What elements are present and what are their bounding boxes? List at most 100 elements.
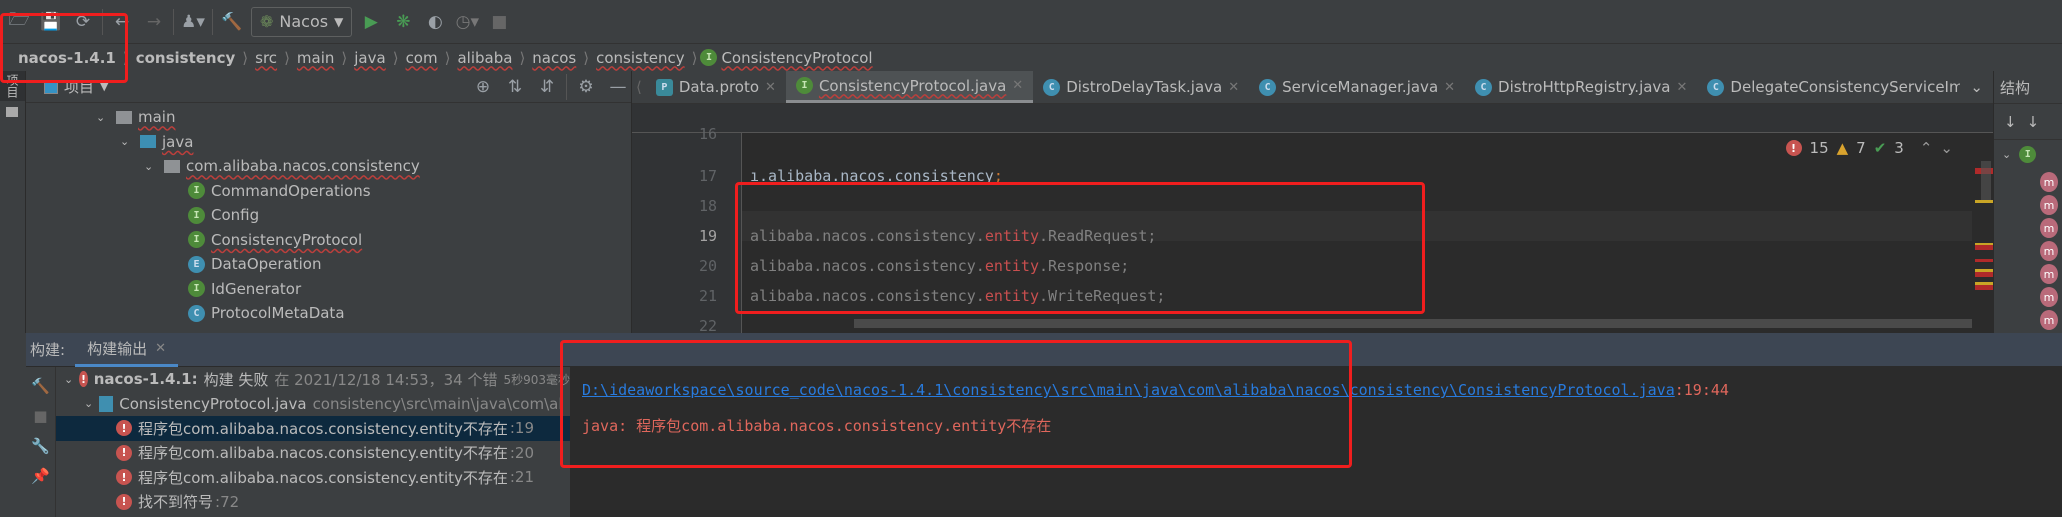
project-tree-item-label: CommandOperations	[211, 181, 371, 200]
tab-data-proto[interactable]: P Data.proto ✕	[646, 71, 786, 103]
build-error-item[interactable]: ! 程序包com.alibaba.nacos.consistency.entity…	[56, 465, 570, 490]
breadcrumb-item[interactable]: java	[350, 49, 389, 67]
structure-toolbar: ↓ ↓	[1994, 104, 2062, 140]
build-hammer-icon[interactable]: 🔨	[31, 377, 50, 395]
method-icon[interactable]: m	[2040, 264, 2058, 284]
proto-file-icon: P	[655, 78, 673, 96]
warning-marker[interactable]	[1975, 200, 1993, 203]
close-tab-icon[interactable]: ✕	[1228, 80, 1239, 95]
line-number: 20	[698, 257, 717, 275]
left-tool-strip: 项目	[0, 71, 26, 333]
error-stripe[interactable]	[1975, 133, 1993, 333]
horizontal-scrollbar[interactable]	[854, 319, 1972, 328]
close-tab-icon[interactable]: ✕	[1444, 80, 1455, 95]
build-tree: ⌄ ! nacos-1.4.1: 构建 失败 在 2021/12/18 14:5…	[56, 367, 570, 517]
error-marker[interactable]	[1975, 282, 1993, 290]
forward-icon[interactable]: →	[141, 9, 167, 35]
tab-consistencyprotocol-java[interactable]: I ConsistencyProtocol.java ✕	[785, 71, 1034, 103]
breadcrumb-separator: ⟩	[691, 48, 698, 67]
editor-top-bar	[632, 104, 1993, 133]
tab-build-output[interactable]: 构建输出 ✕	[75, 333, 178, 367]
breadcrumb-item[interactable]: nacos	[528, 49, 580, 67]
sort-by-visibility-icon[interactable]: ↓	[2004, 113, 2017, 131]
build-file-node[interactable]: ⌄ ConsistencyProtocol.java consistency\s…	[56, 392, 570, 417]
project-tree-item-label: ProtocolMetaData	[211, 304, 345, 323]
project-tree-item[interactable]: ⌄ java	[26, 130, 631, 155]
project-tree-item[interactable]: ⌄ main	[26, 105, 631, 130]
build-root-node[interactable]: ⌄ ! nacos-1.4.1: 构建 失败 在 2021/12/18 14:5…	[56, 367, 570, 392]
project-tree-item[interactable]: C ProtocolMetaData	[26, 301, 631, 326]
stop-icon[interactable]: ■	[33, 407, 47, 425]
error-marker[interactable]	[1975, 259, 1993, 262]
structure-title[interactable]: 结构	[1994, 71, 2062, 104]
scroll-thumb[interactable]	[1981, 161, 1991, 201]
user-icon[interactable]: ♟▾	[180, 9, 206, 35]
breadcrumb-file[interactable]: ConsistencyProtocol	[717, 49, 876, 67]
method-icon[interactable]: m	[2040, 241, 2058, 261]
error-marker[interactable]	[1975, 269, 1993, 277]
build-error-item[interactable]: ! 程序包com.alibaba.nacos.consistency.entity…	[56, 416, 570, 441]
tabs-scroll-left-icon[interactable]: ⟨	[632, 71, 646, 103]
project-tree-item[interactable]: E DataOperation	[26, 252, 631, 277]
breadcrumb-item[interactable]: main	[293, 49, 338, 67]
console-position: :19:44	[1674, 381, 1729, 399]
minimize-icon[interactable]: —	[605, 74, 631, 100]
stop-icon[interactable]: ■	[486, 9, 512, 35]
sort-alphabetically-icon[interactable]: ↓	[2027, 113, 2040, 131]
error-marker[interactable]	[1975, 243, 1993, 250]
breadcrumb-item[interactable]: consistency	[592, 49, 688, 67]
method-icon[interactable]: m	[2040, 218, 2058, 238]
method-icon[interactable]: m	[2040, 172, 2058, 192]
breadcrumb-separator: ⟩	[392, 48, 399, 67]
build-error-item[interactable]: ! 程序包com.alibaba.nacos.consistency.entity…	[56, 441, 570, 466]
breadcrumb-item[interactable]: src	[251, 49, 281, 67]
build-hammer-icon[interactable]: 🔨	[219, 9, 245, 35]
gear-icon[interactable]: ⚙	[573, 74, 599, 100]
breadcrumb-item[interactable]: consistency	[132, 49, 240, 67]
method-icon[interactable]: m	[2040, 310, 2058, 330]
build-error-message: 程序包com.alibaba.nacos.consistency.entity不…	[138, 419, 508, 438]
collapse-all-icon[interactable]: ⇵	[534, 74, 560, 100]
project-tree-item[interactable]: I IdGenerator	[26, 277, 631, 302]
tab-servicemanager-java[interactable]: C ServiceManager.java ✕	[1249, 71, 1465, 103]
project-tree-item-label: main	[138, 108, 176, 127]
build-error-item[interactable]: ! 找不到符号:72	[56, 490, 570, 515]
coverage-icon[interactable]: ◐	[422, 9, 448, 35]
project-tree-item[interactable]: I ConsistencyProtocol	[26, 228, 631, 253]
run-config-select[interactable]: ❁ Nacos ▼	[251, 6, 353, 37]
method-icon[interactable]: m	[2040, 195, 2058, 215]
package-icon	[164, 159, 180, 173]
build-error-location: :21	[509, 468, 535, 487]
run-icon[interactable]: ▶	[358, 9, 384, 35]
tab-delegateconsistencyserviceimp[interactable]: C DelegateConsistencyServiceImp	[1697, 71, 1960, 103]
project-tree-item[interactable]: ⌄ com.alibaba.nacos.consistency	[26, 154, 631, 179]
project-tree-item-label: Config	[211, 206, 260, 225]
structure-root[interactable]: ⌄ I	[1994, 140, 2062, 169]
java-file-icon	[99, 395, 114, 412]
expand-all-icon[interactable]: ⇅	[502, 74, 528, 100]
tab-distrohttpregistry-java[interactable]: C DistroHttpRegistry.java ✕	[1465, 71, 1697, 103]
previous-highlight-icon[interactable]: ⌃	[1920, 139, 1933, 157]
build-side-toolbar: 🔨 ■ 🔧 📌	[26, 367, 56, 517]
tabs-overflow-chevron-icon[interactable]: ⌄	[1960, 71, 1993, 103]
breadcrumb-item[interactable]: com	[402, 49, 442, 67]
close-tab-icon[interactable]: ✕	[1012, 78, 1023, 93]
method-icon[interactable]: m	[2040, 287, 2058, 307]
project-tree-item[interactable]: I Config	[26, 203, 631, 228]
profile-icon[interactable]: ◷▾	[454, 9, 480, 35]
locate-icon[interactable]: ⊕	[470, 74, 496, 100]
tab-distrodelaytask-java[interactable]: C DistroDelayTask.java ✕	[1033, 71, 1249, 103]
chevron-down-icon: ⌄	[96, 110, 106, 124]
wrench-icon[interactable]: 🔧	[31, 437, 50, 455]
project-tree-item[interactable]: I CommandOperations	[26, 179, 631, 204]
weak-warning-count: 3	[1894, 139, 1904, 157]
pin-icon[interactable]: 📌	[31, 467, 50, 485]
breadcrumb-item[interactable]: alibaba	[453, 49, 516, 67]
close-tab-icon[interactable]: ✕	[765, 80, 776, 95]
next-highlight-icon[interactable]: ⌄	[1940, 139, 1953, 157]
close-tab-icon[interactable]: ✕	[1677, 80, 1688, 95]
inspection-widget[interactable]: ! 15 ▲ 7 ✔ 3 ⌃ ⌄	[1785, 139, 1953, 157]
close-icon[interactable]: ✕	[155, 341, 166, 356]
class-icon: C	[1707, 78, 1725, 96]
debug-icon[interactable]: ❋	[390, 9, 416, 35]
